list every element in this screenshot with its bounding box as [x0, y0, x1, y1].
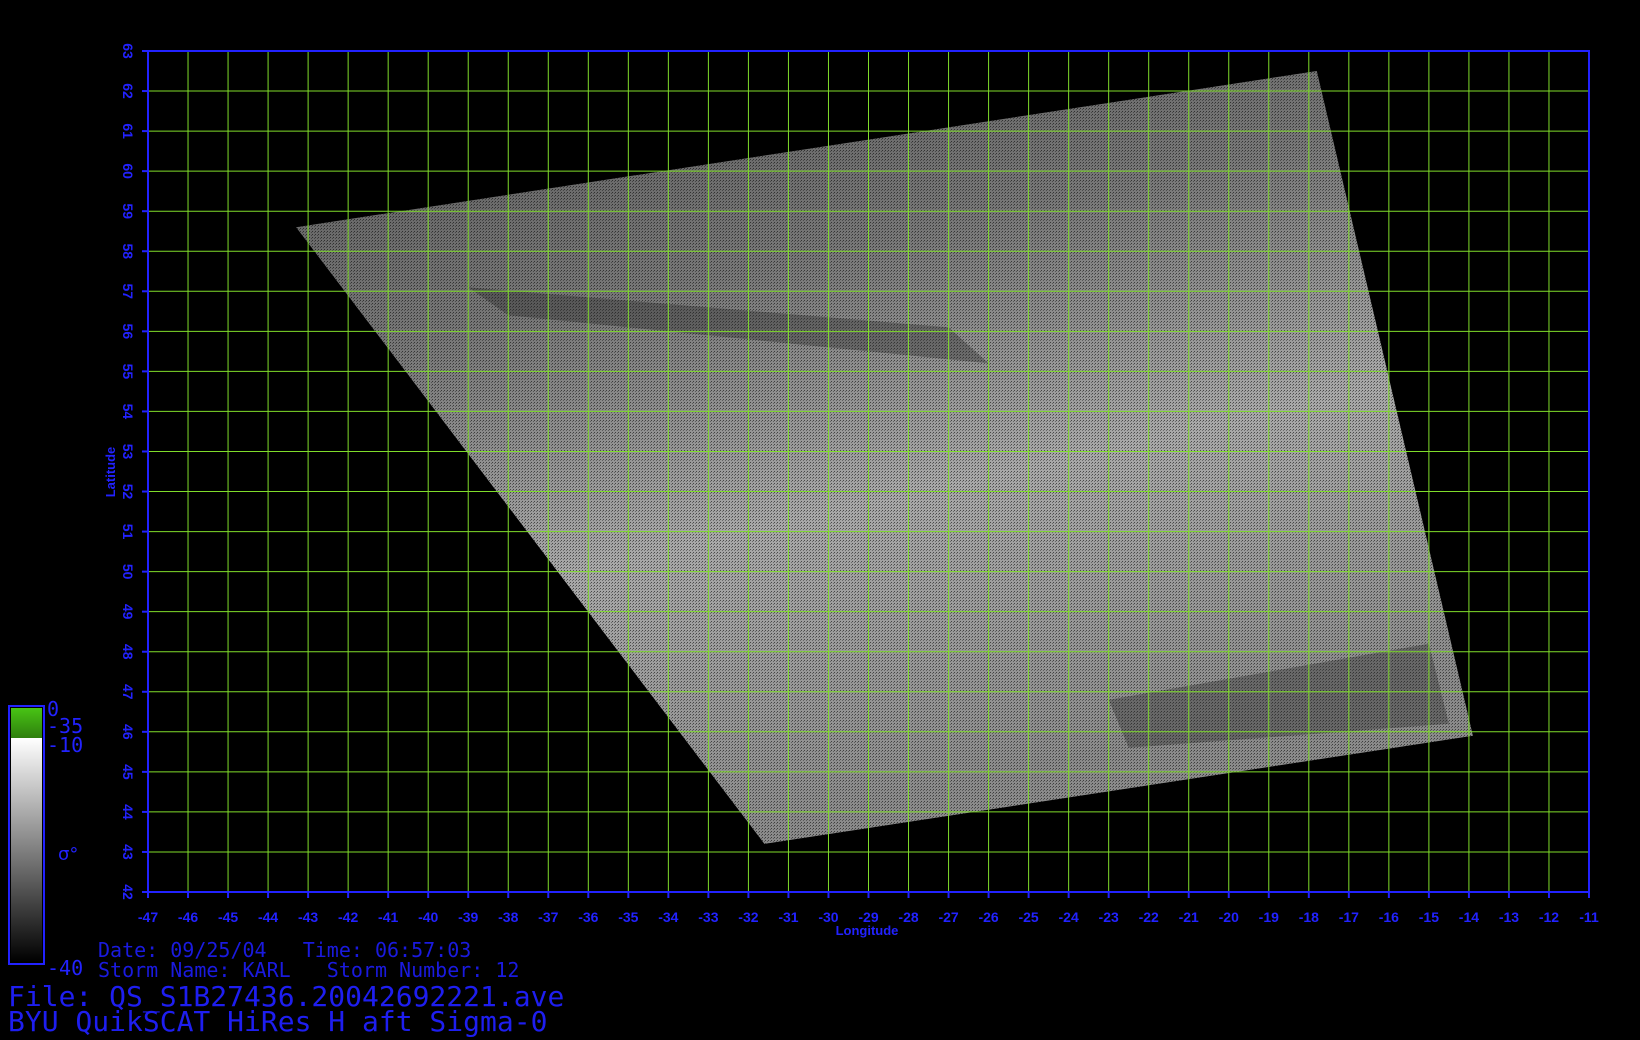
x-tick-label: -41 — [378, 909, 398, 925]
date-time-line: Date: 09/25/04 Time: 06:57:03 — [98, 938, 472, 962]
x-tick-label: -31 — [778, 909, 798, 925]
x-tick-label: -34 — [658, 909, 678, 925]
map-figure: -47 -46 -45 -44 -43 -42 -41 -40 -39 -38 -37 -36 -35 -… — [8, 43, 1599, 980]
y-tick-label: 42 — [120, 884, 136, 900]
y-tick-label: 62 — [120, 83, 136, 99]
y-tick-label: 57 — [120, 283, 136, 299]
y-tick-label: 56 — [120, 324, 136, 340]
x-tick-label: -22 — [1139, 909, 1159, 925]
y-tick-label: 45 — [120, 764, 136, 780]
colorbar-label-min: -40 — [47, 956, 83, 980]
x-tick-label: -28 — [898, 909, 918, 925]
y-tick-label: 55 — [120, 364, 136, 380]
x-tick-label: -16 — [1379, 909, 1399, 925]
x-tick-label: -12 — [1539, 909, 1559, 925]
x-tick-label: -18 — [1299, 909, 1319, 925]
x-tick-label: -24 — [1059, 909, 1079, 925]
storm-info-line: Storm Name: KARL Storm Number: 12 — [98, 958, 520, 982]
x-tick-label: -46 — [178, 909, 198, 925]
y-tick-label: 54 — [120, 404, 136, 420]
x-tick-label: -37 — [538, 909, 558, 925]
longitude-tick-labels: -47 -46 -45 -44 -43 -42 -41 -40 -39 -38 -37 -36 -35 -… — [138, 892, 1599, 925]
x-tick-label: -44 — [258, 909, 278, 925]
y-tick-label: 63 — [120, 43, 136, 59]
y-tick-label: 49 — [120, 604, 136, 620]
x-tick-label: -20 — [1219, 909, 1239, 925]
x-tick-label: -43 — [298, 909, 318, 925]
colorbar-label-gray-top: -10 — [47, 733, 83, 757]
colorbar-symbol: σ° — [58, 844, 78, 865]
x-tick-label: -35 — [618, 909, 638, 925]
x-tick-label: -14 — [1459, 909, 1479, 925]
y-tick-label: 60 — [120, 163, 136, 179]
x-tick-label: -40 — [418, 909, 438, 925]
y-tick-label: 51 — [120, 524, 136, 540]
product-title-line: BYU QuikSCAT HiRes H aft Sigma-0 — [8, 1005, 548, 1038]
x-tick-label: -25 — [1018, 909, 1038, 925]
x-tick-label: -26 — [978, 909, 998, 925]
y-tick-label: 46 — [120, 724, 136, 740]
y-tick-label: 53 — [120, 444, 136, 460]
y-tick-label: 52 — [120, 484, 136, 500]
x-tick-label: -27 — [938, 909, 958, 925]
x-tick-label: -15 — [1419, 909, 1439, 925]
x-tick-label: -13 — [1499, 909, 1519, 925]
x-tick-label: -21 — [1179, 909, 1199, 925]
colorbar — [8, 705, 45, 965]
y-tick-label: 48 — [120, 644, 136, 660]
y-tick-label: 44 — [120, 804, 136, 820]
y-axis-label: Latitude — [103, 447, 118, 498]
y-tick-label: 61 — [120, 123, 136, 139]
x-tick-label: -47 — [138, 909, 158, 925]
y-tick-label: 43 — [120, 844, 136, 860]
y-tick-label: 58 — [120, 243, 136, 259]
y-tick-label: 50 — [120, 564, 136, 580]
latitude-tick-labels: 42 43 44 45 46 47 48 49 50 51 52 53 54 55 56 57 58 59 60 61… — [120, 43, 148, 900]
x-tick-label: -45 — [218, 909, 238, 925]
x-tick-label: -23 — [1099, 909, 1119, 925]
sigma0-swath-image — [296, 71, 1473, 844]
x-tick-label: -11 — [1579, 909, 1599, 925]
x-tick-label: -32 — [738, 909, 758, 925]
x-tick-label: -19 — [1259, 909, 1279, 925]
x-tick-label: -39 — [458, 909, 478, 925]
x-tick-label: -42 — [338, 909, 358, 925]
x-tick-label: -36 — [578, 909, 598, 925]
y-tick-label: 47 — [120, 684, 136, 700]
x-axis-label: Longitude — [836, 923, 899, 938]
x-tick-label: -38 — [498, 909, 518, 925]
x-tick-label: -33 — [698, 909, 718, 925]
x-tick-label: -17 — [1339, 909, 1359, 925]
y-tick-label: 59 — [120, 203, 136, 219]
